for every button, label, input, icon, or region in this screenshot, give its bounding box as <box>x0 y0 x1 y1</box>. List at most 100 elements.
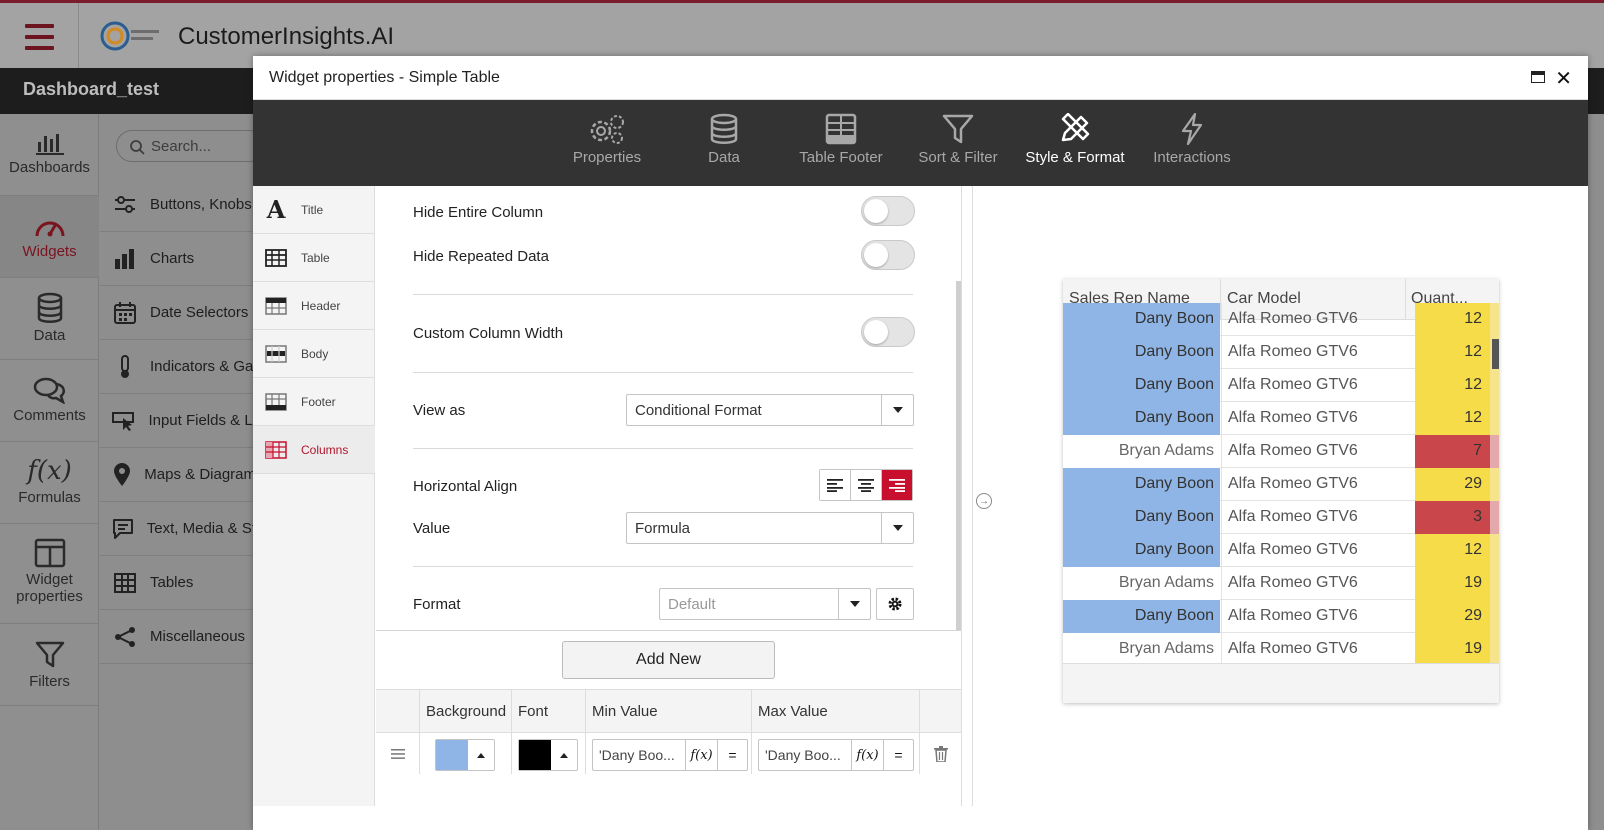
hamburger-menu-icon[interactable] <box>0 3 79 71</box>
nav-widget-properties[interactable]: Widget properties <box>0 524 99 624</box>
column-header: Min Value <box>586 690 752 732</box>
drag-handle-icon[interactable] <box>376 732 420 774</box>
equals-button[interactable]: = <box>717 740 747 770</box>
table-row: Bryan Adams Alfa Romeo GTV6 7 <box>1063 435 1499 468</box>
divider <box>413 448 913 449</box>
subnav-label: Title <box>301 202 324 217</box>
min-value-field: 'Dany Boo... f(x) = <box>592 739 748 771</box>
tab-label: Style & Format <box>1025 149 1125 166</box>
divider <box>413 294 913 295</box>
search-icon <box>130 140 145 155</box>
value-select[interactable]: Formula <box>626 512 914 544</box>
tab-properties[interactable]: Properties <box>548 113 666 166</box>
tab-style-format[interactable]: Style & Format <box>1016 113 1134 166</box>
background-color-picker[interactable] <box>435 739 495 771</box>
catalog-item-text-media[interactable]: Text, Media & St <box>100 502 256 556</box>
quantity-cell-edge <box>1490 633 1499 666</box>
catalog-item-misc[interactable]: Miscellaneous <box>100 610 256 664</box>
conditional-format-section: Add New Background Font Min Value Max Va… <box>376 630 961 806</box>
min-value-input[interactable]: 'Dany Boo... <box>593 740 685 770</box>
table-row: Dany Boon Alfa Romeo GTV6 29 <box>1063 600 1499 633</box>
gears-icon <box>590 115 624 144</box>
equals-button[interactable]: = <box>883 740 913 770</box>
subnav-body[interactable]: Body <box>253 330 375 378</box>
column-header: Max Value <box>752 690 920 732</box>
align-left-button[interactable] <box>820 470 851 500</box>
max-value-field: 'Dany Boo... f(x) = <box>758 739 914 771</box>
sales-rep-cell: Dany Boon <box>1063 501 1220 534</box>
font-color-cell <box>512 732 586 774</box>
sales-rep-cell: Dany Boon <box>1063 369 1220 402</box>
hide-entire-column-label: Hide Entire Column <box>413 204 544 221</box>
tab-label: Properties <box>572 149 642 166</box>
nav-filters[interactable]: Filters <box>0 624 99 706</box>
view-as-select[interactable]: Conditional Format <box>626 394 914 426</box>
nav-comments[interactable]: Comments <box>0 360 99 442</box>
catalog-item-input-fields[interactable]: Input Fields & Li <box>100 394 256 448</box>
align-center-button[interactable] <box>851 470 882 500</box>
nav-label: Comments <box>13 407 86 424</box>
formula-button[interactable]: f(x) <box>851 740 883 770</box>
catalog-item-buttons[interactable]: Buttons, Knobs <box>100 178 256 232</box>
hide-repeated-data-toggle[interactable] <box>861 240 915 270</box>
delete-row-button[interactable] <box>920 732 961 774</box>
subnav-header[interactable]: Header <box>253 282 375 330</box>
table-icon <box>263 248 289 267</box>
view-as-value: Conditional Format <box>635 402 762 419</box>
subnav-footer[interactable]: Footer <box>253 378 375 426</box>
dialog-header: Widget properties - Simple Table ✕ <box>253 56 1588 100</box>
background-color-cell <box>420 732 512 774</box>
subnav-title[interactable]: A Title <box>253 186 375 234</box>
nav-formulas[interactable]: f(x) Formulas <box>0 442 99 524</box>
tab-data[interactable]: Data <box>665 113 783 166</box>
cursor-field-icon <box>112 411 136 431</box>
car-model-cell: Alfa Romeo GTV6 <box>1221 534 1415 567</box>
tab-label: Table Footer <box>799 149 883 166</box>
arrow-right-circle-icon[interactable]: → <box>976 493 992 509</box>
quantity-cell-edge <box>1490 402 1499 435</box>
catalog-item-charts[interactable]: Charts <box>100 232 256 286</box>
min-value-cell: 'Dany Boo... f(x) = <box>586 732 752 774</box>
car-model-cell: Alfa Romeo GTV6 <box>1221 402 1415 435</box>
car-model-cell: Alfa Romeo GTV6 <box>1221 435 1415 468</box>
hide-entire-column-toggle[interactable] <box>861 196 915 226</box>
table-row: Dany Boon Alfa Romeo GTV6 29 <box>1063 468 1499 501</box>
panel-splitter[interactable] <box>961 186 973 806</box>
align-right-icon <box>889 479 905 492</box>
catalog-item-tables[interactable]: Tables <box>100 556 256 610</box>
maximize-icon[interactable] <box>1531 71 1545 83</box>
format-settings-button[interactable] <box>876 588 914 620</box>
custom-column-width-toggle[interactable] <box>861 317 915 347</box>
format-select[interactable]: Default <box>659 588 871 620</box>
background-swatch <box>436 740 468 770</box>
add-new-button[interactable]: Add New <box>562 641 775 679</box>
nav-data[interactable]: Data <box>0 278 99 360</box>
close-icon[interactable]: ✕ <box>1555 66 1572 91</box>
search-placeholder: Search... <box>151 138 212 155</box>
align-center-icon <box>858 479 874 492</box>
search-input[interactable]: Search... <box>116 130 266 162</box>
sales-rep-cell: Bryan Adams <box>1063 435 1220 468</box>
formula-button[interactable]: f(x) <box>685 740 717 770</box>
subnav-label: Columns <box>301 442 349 457</box>
nav-dashboards[interactable]: Dashboards <box>0 114 99 196</box>
catalog-item-date-selectors[interactable]: Date Selectors <box>100 286 256 340</box>
max-value-input[interactable]: 'Dany Boo... <box>759 740 851 770</box>
preview-table: Sales Rep Name Car Model Quant... Dany B… <box>1063 279 1499 703</box>
tab-label: Interactions <box>1153 149 1231 166</box>
subnav-columns[interactable]: Columns <box>253 426 375 474</box>
font-a-icon: A <box>266 195 286 224</box>
tab-sort-filter[interactable]: Sort & Filter <box>899 113 1017 166</box>
tab-interactions[interactable]: Interactions <box>1133 113 1251 166</box>
catalog-item-maps[interactable]: Maps & Diagram <box>100 448 256 502</box>
tab-table-footer[interactable]: Table Footer <box>782 113 900 166</box>
nav-widgets[interactable]: Widgets <box>0 196 99 278</box>
align-right-button[interactable] <box>882 470 912 500</box>
sales-rep-cell: Dany Boon <box>1063 468 1220 501</box>
font-color-picker[interactable] <box>518 739 578 771</box>
column-header: Font <box>512 690 586 732</box>
catalog-item-indicators[interactable]: Indicators & Ga <box>100 340 256 394</box>
preview-scrollbar[interactable] <box>1492 339 1499 369</box>
subnav-table[interactable]: Table <box>253 234 375 282</box>
widget-preview: → Sales Rep Name Car Model Quant... Dany… <box>973 186 1588 806</box>
